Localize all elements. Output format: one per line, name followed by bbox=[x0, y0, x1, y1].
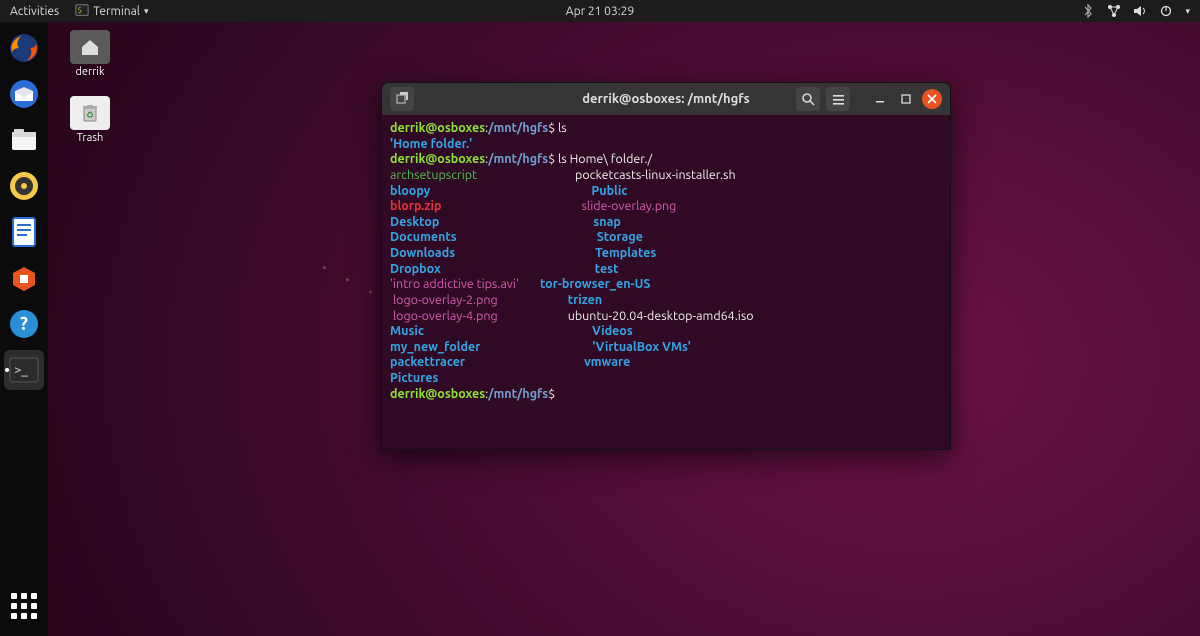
network-icon[interactable] bbox=[1107, 4, 1121, 18]
search-icon bbox=[802, 93, 815, 106]
show-applications-button[interactable] bbox=[4, 586, 44, 626]
close-icon bbox=[927, 94, 937, 104]
desktop-icon-home[interactable]: derrik bbox=[60, 30, 120, 78]
new-tab-button[interactable] bbox=[390, 87, 414, 111]
hamburger-icon bbox=[832, 93, 845, 106]
bluetooth-icon[interactable] bbox=[1081, 4, 1095, 18]
dock-rhythmbox[interactable] bbox=[4, 166, 44, 206]
power-icon[interactable] bbox=[1159, 4, 1173, 18]
desktop-icon-label: Trash bbox=[77, 132, 104, 144]
terminal-icon: $ bbox=[75, 3, 89, 20]
clock[interactable]: Apr 21 03:29 bbox=[566, 5, 634, 18]
dock-software[interactable] bbox=[4, 258, 44, 298]
minimize-icon bbox=[875, 94, 885, 104]
window-title: derrik@osboxes: /mnt/hgfs bbox=[582, 92, 750, 106]
dock: ? >_ bbox=[0, 22, 48, 636]
home-icon bbox=[80, 38, 100, 56]
trash-icon: ♻ bbox=[81, 103, 99, 123]
maximize-icon bbox=[901, 94, 911, 104]
volume-icon[interactable] bbox=[1133, 4, 1147, 18]
close-button[interactable] bbox=[922, 89, 942, 109]
chevron-down-icon: ▾ bbox=[144, 6, 149, 17]
terminal-window: derrik@osboxes: /mnt/hgfs derrik@osboxes… bbox=[381, 82, 951, 450]
desktop-icon-trash[interactable]: ♻ Trash bbox=[60, 96, 120, 144]
dock-writer[interactable] bbox=[4, 212, 44, 252]
dock-thunderbird[interactable] bbox=[4, 74, 44, 114]
desktop-icon-label: derrik bbox=[75, 66, 104, 78]
menu-button[interactable] bbox=[826, 87, 850, 111]
dock-help[interactable]: ? bbox=[4, 304, 44, 344]
minimize-button[interactable] bbox=[870, 89, 890, 109]
dock-firefox[interactable] bbox=[4, 28, 44, 68]
activities-button[interactable]: Activities bbox=[10, 5, 59, 18]
desktop[interactable]: derrik ♻ Trash derrik@osboxes: /mnt/hgfs… bbox=[48, 22, 1200, 636]
terminal-output[interactable]: derrik@osboxes:/mnt/hgfs$ ls 'Home folde… bbox=[382, 115, 950, 449]
system-menu-chevron-icon[interactable]: ▾ bbox=[1185, 6, 1190, 17]
svg-text:♻: ♻ bbox=[86, 110, 94, 120]
svg-text:>_: >_ bbox=[14, 363, 28, 377]
top-bar: Activities $ Terminal ▾ Apr 21 03:29 ▾ bbox=[0, 0, 1200, 22]
desktop-icons: derrik ♻ Trash bbox=[60, 30, 120, 144]
dock-files[interactable] bbox=[4, 120, 44, 160]
maximize-button[interactable] bbox=[896, 89, 916, 109]
search-button[interactable] bbox=[796, 87, 820, 111]
svg-text:?: ? bbox=[20, 314, 28, 334]
terminal-titlebar[interactable]: derrik@osboxes: /mnt/hgfs bbox=[382, 83, 950, 115]
svg-text:$: $ bbox=[78, 6, 82, 14]
app-menu[interactable]: $ Terminal ▾ bbox=[75, 3, 148, 20]
app-menu-label: Terminal bbox=[93, 5, 140, 18]
dock-terminal[interactable]: >_ bbox=[4, 350, 44, 390]
new-tab-icon bbox=[395, 92, 409, 106]
